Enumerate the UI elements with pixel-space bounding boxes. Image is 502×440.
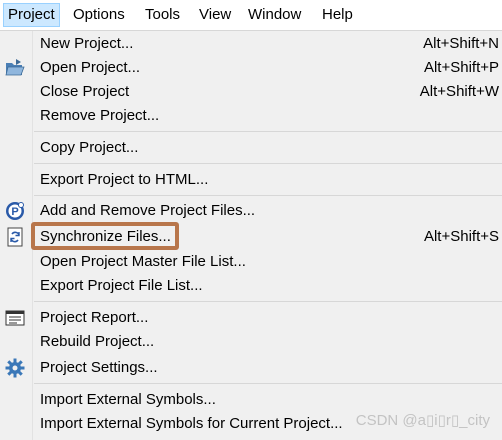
menu-separator (34, 131, 502, 132)
menu-help[interactable]: Help (318, 3, 357, 27)
menu-separator (34, 301, 502, 302)
menu-item-export-file-list[interactable]: Export Project File List... (0, 274, 502, 298)
menu-item-shortcut: Alt+Shift+N (423, 32, 499, 56)
menu-item-label: Remove Project... (40, 104, 159, 128)
menu-tools[interactable]: Tools (141, 3, 184, 27)
menu-bar: Project Options Tools View Window Help (0, 0, 502, 30)
menu-item-open-project[interactable]: Open Project... Alt+Shift+P (0, 56, 502, 80)
menu-item-new-project[interactable]: New Project... Alt+Shift+N (0, 32, 502, 56)
menu-item-copy-project[interactable]: Copy Project... (0, 136, 502, 160)
menu-separator (34, 383, 502, 384)
svg-text:P: P (11, 206, 18, 218)
menu-item-shortcut: Alt+Shift+S (424, 225, 499, 249)
menu-item-label: Import External Symbols... (40, 388, 216, 412)
menu-item-open-master-file-list[interactable]: Open Project Master File List... (0, 250, 502, 274)
menu-options[interactable]: Options (69, 3, 129, 27)
menu-project[interactable]: Project (3, 3, 60, 27)
menu-item-label: Open Project Master File List... (40, 250, 246, 274)
sync-icon (5, 227, 25, 247)
menu-item-label: Rebuild Project... (40, 330, 154, 354)
menu-item-close-project[interactable]: Close Project Alt+Shift+W (0, 80, 502, 104)
watermark-text: CSDN @a▯i▯r▯_city (356, 411, 490, 429)
menu-item-remove-project[interactable]: Remove Project... (0, 104, 502, 128)
project-files-icon: P (5, 201, 25, 221)
menu-item-import-external-symbols[interactable]: Import External Symbols... (0, 388, 502, 412)
menu-item-label: Open Project... (40, 56, 140, 80)
menu-item-project-settings[interactable]: Project Settings... (0, 356, 502, 380)
open-folder-icon (5, 58, 25, 78)
report-icon (5, 308, 25, 328)
highlight-annotation-box (31, 222, 179, 250)
menu-item-label: Copy Project... (40, 136, 138, 160)
menu-item-label: Project Settings... (40, 356, 158, 380)
menu-item-label: Close Project (40, 80, 129, 104)
menu-item-shortcut: Alt+Shift+W (420, 80, 499, 104)
menu-item-label: Project Report... (40, 306, 148, 330)
menu-item-label: Export Project File List... (40, 274, 203, 298)
menu-item-export-project-html[interactable]: Export Project to HTML... (0, 168, 502, 192)
menu-item-label: New Project... (40, 32, 133, 56)
menu-view[interactable]: View (195, 3, 235, 27)
menu-separator (34, 195, 502, 196)
menu-item-label: Add and Remove Project Files... (40, 199, 255, 223)
menu-item-add-remove-files[interactable]: P Add and Remove Project Files... (0, 199, 502, 223)
menu-item-rebuild-project[interactable]: Rebuild Project... (0, 330, 502, 354)
menu-item-shortcut: Alt+Shift+P (424, 56, 499, 80)
menu-separator (34, 163, 502, 164)
menu-window[interactable]: Window (244, 3, 305, 27)
menu-item-label: Export Project to HTML... (40, 168, 208, 192)
gear-icon (5, 358, 25, 378)
menu-item-label: Import External Symbols for Current Proj… (40, 412, 343, 436)
menu-item-project-report[interactable]: Project Report... (0, 306, 502, 330)
